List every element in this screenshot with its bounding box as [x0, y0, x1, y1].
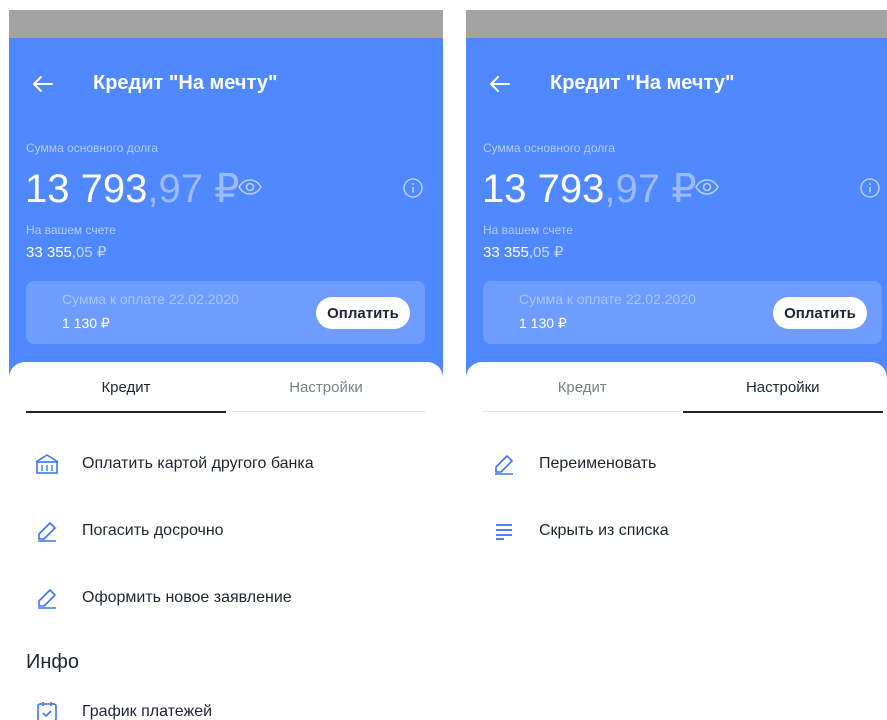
loan-screen-settings-tab: Кредит "На мечту" Сумма основного долга …	[466, 10, 887, 720]
info-button[interactable]	[859, 177, 881, 199]
amount-decimal: ,97	[147, 167, 203, 211]
menu-item-label: Переименовать	[539, 455, 657, 472]
arrow-left-icon	[33, 76, 53, 92]
account-balance-amount: 33 355,05 ₽	[483, 243, 563, 261]
principal-debt-label: Сумма основного долга	[483, 141, 616, 155]
bank-icon	[32, 449, 62, 479]
toggle-visibility-button[interactable]	[237, 176, 263, 198]
list-icon	[489, 516, 519, 546]
menu-item-label: Оплатить картой другого банка	[82, 455, 314, 472]
bottom-sheet: Кредит Настройки Оплатить картой другого…	[9, 362, 443, 720]
new-application-item[interactable]: Оформить новое заявление	[26, 578, 426, 618]
arrow-left-icon	[490, 76, 510, 92]
pay-button[interactable]: Оплатить	[773, 297, 867, 329]
payment-due-amount: 1 130 ₽	[519, 315, 567, 331]
payment-due-label: Сумма к оплате 22.02.2020	[519, 291, 696, 307]
tab-settings[interactable]: Настройки	[682, 362, 884, 413]
principal-debt-amount: 13 793,97 ₽	[482, 167, 697, 211]
tab-credit[interactable]: Кредит	[26, 362, 226, 413]
account-integer: 33 355	[483, 244, 529, 261]
account-balance-label: На вашем счете	[483, 223, 573, 237]
back-button[interactable]	[484, 68, 516, 100]
menu-item-label: Погасить досрочно	[82, 522, 224, 539]
principal-debt-label: Сумма основного долга	[26, 141, 159, 155]
account-balance-amount: 33 355,05 ₽	[26, 243, 106, 261]
amount-decimal: ,97	[604, 167, 660, 211]
account-decimal: ,05 ₽	[71, 244, 107, 261]
menu-item-label: График платежей	[82, 703, 213, 720]
status-bar	[9, 10, 443, 38]
tab-bar: Кредит Настройки	[26, 362, 426, 413]
hide-from-list-item[interactable]: Скрыть из списка	[483, 511, 870, 551]
calendar-check-icon	[32, 697, 62, 720]
amount-integer: 13 793	[25, 167, 148, 211]
pencil-icon	[489, 449, 519, 479]
pay-button[interactable]: Оплатить	[316, 297, 410, 329]
eye-icon	[695, 179, 719, 195]
pencil-icon	[32, 516, 62, 546]
menu-item-label: Скрыть из списка	[539, 522, 669, 539]
status-bar	[466, 10, 887, 38]
payment-schedule-item[interactable]: График платежей	[26, 692, 426, 720]
back-button[interactable]	[27, 68, 59, 100]
bottom-sheet: Кредит Настройки Переименовать Скрыть из…	[466, 362, 887, 720]
info-button[interactable]	[402, 177, 424, 199]
info-icon	[860, 178, 880, 198]
pay-with-other-bank-card-item[interactable]: Оплатить картой другого банка	[26, 444, 426, 484]
amount-integer: 13 793	[482, 167, 605, 211]
early-repayment-item[interactable]: Погасить досрочно	[26, 511, 426, 551]
tab-settings[interactable]: Настройки	[226, 362, 426, 412]
page-title: Кредит "На мечту"	[93, 72, 278, 94]
toggle-visibility-button[interactable]	[694, 176, 720, 198]
rename-item[interactable]: Переименовать	[483, 444, 870, 484]
loan-screen-credit-tab: Кредит "На мечту" Сумма основного долга …	[9, 10, 443, 720]
account-integer: 33 355	[26, 244, 72, 261]
principal-debt-amount: 13 793,97 ₽	[25, 167, 240, 211]
payment-due-card: Сумма к оплате 22.02.2020 1 130 ₽ Оплати…	[26, 281, 425, 344]
payment-due-label: Сумма к оплате 22.02.2020	[62, 291, 239, 307]
info-icon	[403, 178, 423, 198]
payment-due-card: Сумма к оплате 22.02.2020 1 130 ₽ Оплати…	[483, 281, 882, 344]
amount-currency: ₽	[659, 167, 697, 211]
page-title: Кредит "На мечту"	[550, 72, 735, 94]
info-section-title: Инфо	[26, 651, 79, 673]
tab-bar: Кредит Настройки	[482, 362, 884, 413]
payment-due-amount: 1 130 ₽	[62, 315, 110, 331]
account-balance-label: На вашем счете	[26, 223, 116, 237]
account-decimal: ,05 ₽	[528, 244, 564, 261]
eye-icon	[238, 179, 262, 195]
amount-currency: ₽	[202, 167, 240, 211]
pencil-icon	[32, 583, 62, 613]
menu-item-label: Оформить новое заявление	[82, 589, 292, 606]
tab-credit[interactable]: Кредит	[482, 362, 683, 412]
